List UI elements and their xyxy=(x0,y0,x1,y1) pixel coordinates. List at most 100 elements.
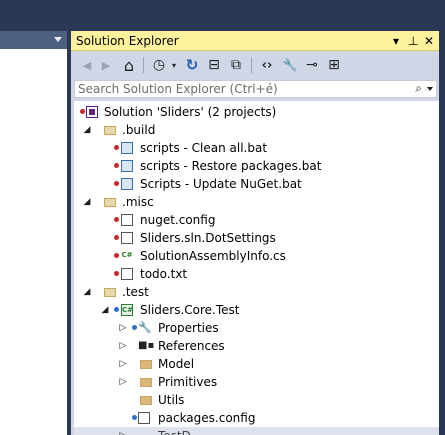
search-box[interactable]: Search Solution Explorer (Ctrl+é) ⌕ xyxy=(74,80,437,98)
expanded-arrow-icon[interactable]: ◢ xyxy=(82,283,92,301)
toolbar-separator xyxy=(251,57,252,73)
pending-changes-filter-icon[interactable]: ◷ xyxy=(149,56,169,74)
window-position-dropdown-icon[interactable]: ▾ xyxy=(393,34,399,48)
tree-item-build-folder[interactable]: ◢ .build xyxy=(74,121,439,139)
folder-icon xyxy=(140,396,152,405)
tree-item-solution[interactable]: Solution 'Sliders' (2 projects) xyxy=(74,103,439,121)
checked-in-lock-icon xyxy=(114,145,119,150)
filter-dropdown-icon[interactable]: ▾ xyxy=(170,56,178,74)
tree-item-label: TestD... xyxy=(158,427,202,435)
checked-in-lock-icon xyxy=(114,253,119,258)
folder-icon xyxy=(140,378,152,387)
checked-in-lock-icon xyxy=(114,181,119,186)
tree-item-label: Scripts - Update NuGet.bat xyxy=(140,177,302,191)
tree-item-references[interactable]: ▷ ■▪ References xyxy=(74,337,439,355)
config-file-icon xyxy=(138,412,150,424)
forward-icon[interactable]: ▶ xyxy=(98,56,114,74)
expanded-arrow-icon[interactable]: ◢ xyxy=(100,301,110,319)
tree-item-folder[interactable]: ▷ Model xyxy=(74,355,439,373)
tree-item-label: Properties xyxy=(158,321,219,335)
tree-item-file[interactable]: packages.config xyxy=(74,409,439,427)
tree-item-label: References xyxy=(158,339,225,353)
collapsed-arrow-icon[interactable]: ▷ xyxy=(118,427,128,435)
folder-icon xyxy=(104,288,116,297)
home-icon[interactable]: ⌂ xyxy=(120,56,138,75)
show-all-files-icon[interactable]: ⧉ xyxy=(227,56,245,74)
tree-item-properties[interactable]: ▷ 🔧 Properties xyxy=(74,319,439,337)
view-code-icon[interactable]: ‹› xyxy=(258,56,276,74)
tree-item-label: Sliders.sln.DotSettings xyxy=(140,231,276,245)
class-diagram-icon[interactable]: ⊞ xyxy=(325,56,343,74)
panel-titlebar[interactable]: Solution Explorer ▾ ⊥ ✕ xyxy=(71,31,439,51)
editor-dropdown-icon[interactable] xyxy=(54,37,62,42)
tree-item-label: Primitives xyxy=(158,375,218,389)
toolbar-separator xyxy=(143,57,144,73)
batch-file-icon xyxy=(121,160,133,172)
tree-item-label: Model xyxy=(158,357,195,371)
tree-item-folder[interactable]: Utils xyxy=(74,391,439,409)
solution-icon xyxy=(86,106,98,118)
wrench-icon: 🔧 xyxy=(138,321,152,334)
tree-item-file[interactable]: Scripts - Update NuGet.bat xyxy=(74,175,439,193)
references-icon: ■▪ xyxy=(138,340,155,351)
tree-item-label: SolutionAssemblyInfo.cs xyxy=(140,249,286,263)
back-icon[interactable]: ◀ xyxy=(79,56,95,74)
solution-explorer-panel: Solution Explorer ▾ ⊥ ✕ ◀ ▶ ⌂ ◷ ▾ ↻ ⊟ ⧉ … xyxy=(71,31,439,435)
tree-item-label: scripts - Clean all.bat xyxy=(140,141,268,155)
text-file-icon xyxy=(121,268,133,280)
tree-item-file[interactable]: scripts - Restore packages.bat xyxy=(74,157,439,175)
batch-file-icon xyxy=(121,142,133,154)
tree-item-folder[interactable]: ▷ Primitives xyxy=(74,373,439,391)
tree-item-test-folder[interactable]: ◢ .test xyxy=(74,283,439,301)
pending-edit-lock-icon xyxy=(132,415,137,420)
tree-item-label: nuget.config xyxy=(140,213,216,227)
panel-title: Solution Explorer xyxy=(76,34,179,48)
tree-item-label: Utils xyxy=(158,393,185,407)
csharp-project-icon: C# xyxy=(121,304,134,316)
config-file-icon xyxy=(121,214,133,226)
checked-in-lock-icon xyxy=(80,109,85,114)
solution-explorer-toolbar: ◀ ▶ ⌂ ◷ ▾ ↻ ⊟ ⧉ ‹› 🔧 ⊸ ⊞ xyxy=(71,51,439,80)
tree-item-file[interactable]: scripts - Clean all.bat xyxy=(74,139,439,157)
tree-item-project[interactable]: ◢ C# Sliders.Core.Test xyxy=(74,301,439,319)
tree-item-label: todo.txt xyxy=(140,267,188,281)
tree-item-label: Sliders.Core.Test xyxy=(140,303,240,317)
auto-hide-pin-icon[interactable]: ⊥ xyxy=(408,34,418,48)
tree-item-label: .test xyxy=(122,285,149,299)
preview-selected-icon[interactable]: ⊸ xyxy=(303,56,321,74)
folder-icon xyxy=(140,360,152,369)
collapsed-arrow-icon[interactable]: ▷ xyxy=(118,337,128,355)
tree-item-file[interactable]: nuget.config xyxy=(74,211,439,229)
search-icon[interactable]: ⌕ xyxy=(415,81,422,96)
tree-item-label: .build xyxy=(122,123,156,137)
tree-item-misc-folder[interactable]: ◢ .misc xyxy=(74,193,439,211)
expanded-arrow-icon[interactable]: ◢ xyxy=(82,193,92,211)
properties-wrench-icon[interactable]: 🔧 xyxy=(281,56,299,74)
tree-item-file[interactable]: todo.txt xyxy=(74,265,439,283)
batch-file-icon xyxy=(121,178,133,190)
folder-icon xyxy=(104,198,116,207)
collapsed-arrow-icon[interactable]: ▷ xyxy=(118,319,128,337)
collapsed-arrow-icon[interactable]: ▷ xyxy=(118,355,128,373)
pending-edit-lock-icon xyxy=(132,325,137,330)
tree-item-label: scripts - Restore packages.bat xyxy=(140,159,322,173)
tree-item-label: .misc xyxy=(122,195,154,209)
collapsed-arrow-icon[interactable]: ▷ xyxy=(118,373,128,391)
tree-item-file[interactable]: ▷ TestD... xyxy=(74,427,439,435)
tree-item-file[interactable]: C# SolutionAssemblyInfo.cs xyxy=(74,247,439,265)
checked-in-lock-icon xyxy=(114,235,119,240)
search-input[interactable]: Search Solution Explorer (Ctrl+é) xyxy=(78,82,278,96)
search-options-dropdown-icon[interactable] xyxy=(427,87,433,91)
collapse-all-icon[interactable]: ⊟ xyxy=(205,56,223,74)
editor-area[interactable] xyxy=(0,49,67,435)
file-icon xyxy=(121,232,133,244)
close-icon[interactable]: ✕ xyxy=(424,34,434,48)
csharp-file-icon: C# xyxy=(121,250,133,262)
refresh-icon[interactable]: ↻ xyxy=(183,56,201,74)
tree-item-label: packages.config xyxy=(158,411,256,425)
solution-tree[interactable]: Solution 'Sliders' (2 projects) ◢ .build… xyxy=(74,101,439,435)
tree-item-label: Solution 'Sliders' (2 projects) xyxy=(104,105,277,119)
checked-in-lock-icon xyxy=(114,271,119,276)
tree-item-file[interactable]: Sliders.sln.DotSettings xyxy=(74,229,439,247)
expanded-arrow-icon[interactable]: ◢ xyxy=(82,121,92,139)
